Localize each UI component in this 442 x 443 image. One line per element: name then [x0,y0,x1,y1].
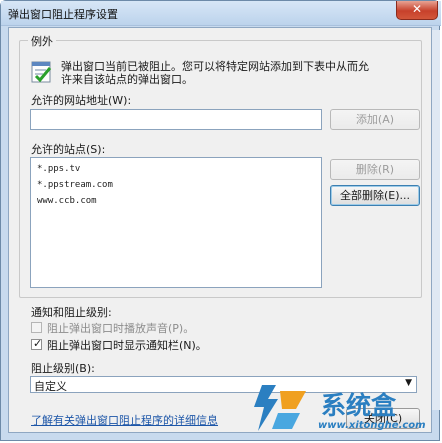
dialog-client-area: 例外 弹出窗口当前已被阻止。您可以将特定网站添加到下表中从而允 许来自该站点的弹… [8,27,432,433]
remove-all-button[interactable]: 全部删除(E)... [330,185,420,206]
block-level-value: 自定义 [34,380,67,393]
exceptions-legend: 例外 [28,33,56,49]
dropdown-arrow-icon: ▼ [405,378,412,388]
show-notification-bar-label: 阻止弹出窗口时显示通知栏(N)。 [47,339,207,352]
checkmark-icon: ✓ [33,337,43,350]
learn-more-link[interactable]: 了解有关弹出窗口阻止程序的详细信息 [31,412,218,428]
notification-section-label: 通知和阻止级别: [31,306,112,319]
list-item[interactable]: www.ccb.com [37,196,97,206]
block-level-label: 阻止级别(B): [31,362,95,375]
popup-blocked-icon [31,61,52,83]
watermark-brand: 系统盒 [321,391,397,420]
window-close-button[interactable]: ✕ [396,1,438,20]
play-sound-checkbox[interactable] [31,322,42,333]
show-notification-bar-checkbox[interactable]: ✓ [31,337,43,350]
watermark-url: www.xitonghe.com [318,420,426,431]
address-label: 允许的网站地址(W): [31,94,132,107]
list-item[interactable]: *.pps.tv [37,164,80,174]
list-item[interactable]: *.ppstream.com [37,180,113,190]
title-bar[interactable]: 弹出窗口阻止程序设置 ✕ [1,1,441,26]
watermark-logo-icon [254,385,306,431]
exceptions-description-line2: 许来自该站点的弹出窗口。 [61,73,193,86]
play-sound-label: 阻止弹出窗口时播放声音(P)。 [47,322,195,335]
website-address-input[interactable] [30,109,322,130]
allowed-sites-list[interactable]: *.pps.tv *.ppstream.com www.ccb.com [30,157,322,288]
remove-button[interactable]: 删除(R) [330,159,420,180]
allowed-sites-label: 允许的站点(S): [31,143,106,156]
window-edge [432,30,440,410]
add-button[interactable]: 添加(A) [330,109,420,130]
window-title: 弹出窗口阻止程序设置 [8,8,118,21]
